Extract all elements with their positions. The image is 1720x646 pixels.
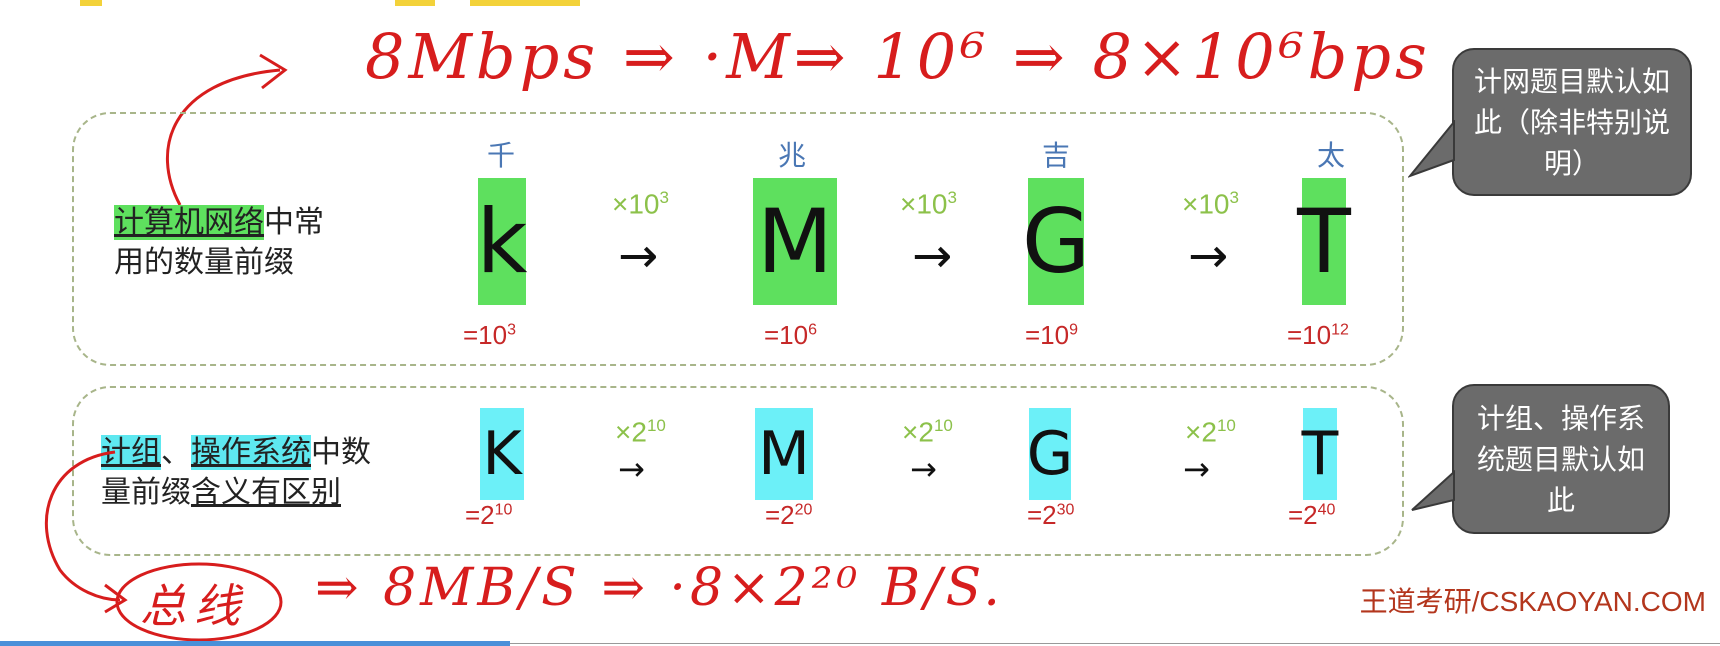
prefix-letter-G: G [1022, 178, 1090, 305]
os-label-line2b: 含义有区别 [191, 475, 341, 510]
callout-network-default: 计网题目默认如此（除非特别说明） [1452, 48, 1692, 196]
network-label-rest: 中常 [264, 205, 324, 240]
value-M-binary: =220 [765, 500, 813, 530]
multiplier-M-to-G: ×103 [900, 188, 957, 220]
prefix-cn-giga: 吉 [1041, 139, 1070, 172]
prefix-letter-M-binary: M [755, 408, 813, 500]
multiplier-k-to-M: ×103 [612, 188, 669, 220]
brand-watermark: 王道考研/CSKAOYAN.COM [1359, 586, 1706, 617]
os-label-rest: 中数 [311, 435, 371, 470]
value-T: =1012 [1287, 320, 1349, 350]
os-prefix-label: 计组、操作系统中数 量前缀含义有区别 [101, 433, 371, 513]
prefix-letter-k: k [477, 178, 527, 305]
network-prefix-label: 计算机网络中常 用的数量前缀 [114, 203, 324, 283]
callout-network-pointer [1408, 120, 1455, 178]
os-label-sep: 、 [161, 435, 191, 470]
value-K-binary: =210 [465, 500, 513, 530]
handwritten-bus-label: 总线 [140, 579, 248, 633]
multiplier-K-to-M-binary: ×210 [615, 416, 666, 448]
value-G: =109 [1025, 320, 1079, 350]
video-progress-bar[interactable] [0, 641, 510, 646]
prefix-cn-tera: 太 [1316, 139, 1345, 172]
prefix-letter-T-binary: T [1302, 408, 1338, 500]
prefix-letter-T: T [1297, 178, 1351, 305]
callout-os-default: 计组、操作系统题目默认如此 [1452, 384, 1670, 534]
arrow-k-to-M: → [618, 228, 659, 284]
multiplier-M-to-G-binary: ×210 [902, 416, 953, 448]
multiplier-G-to-T: ×103 [1182, 188, 1239, 220]
value-T-binary: =240 [1288, 500, 1336, 530]
video-track-line [510, 643, 1720, 644]
handwritten-top-annotation: 8Mbps ⇒ ·M⇒ 10⁶ ⇒ 8×10⁶bps [365, 20, 1431, 93]
callout-os-pointer [1411, 470, 1455, 511]
prefix-cn-mega: 兆 [777, 139, 806, 172]
arrow-M-to-G: → [912, 228, 953, 284]
network-label-line2: 用的数量前缀 [114, 245, 294, 280]
multiplier-G-to-T-binary: ×210 [1185, 416, 1236, 448]
operating-system-highlight: 操作系统 [191, 435, 311, 470]
prefix-letter-G-binary: G [1027, 408, 1073, 500]
arrow-K-to-M-binary: → [618, 450, 645, 488]
handwritten-bottom-annotation: ⇒ 8MB/S ⇒ ·8×2²⁰ B/S. [315, 558, 1004, 618]
network-highlight: 计算机网络 [114, 205, 264, 240]
value-k: =103 [463, 320, 517, 350]
arrow-G-to-T-binary: → [1183, 450, 1210, 488]
value-M: =106 [764, 320, 818, 350]
cropped-text-strip [0, 0, 1720, 6]
prefix-letter-K-binary: K [480, 408, 524, 500]
prefix-cn-kilo: 千 [486, 139, 515, 172]
arrow-M-to-G-binary: → [910, 450, 937, 488]
arrow-G-to-T: → [1188, 228, 1229, 284]
prefix-letter-M: M [753, 178, 837, 305]
value-G-binary: =230 [1027, 500, 1075, 530]
